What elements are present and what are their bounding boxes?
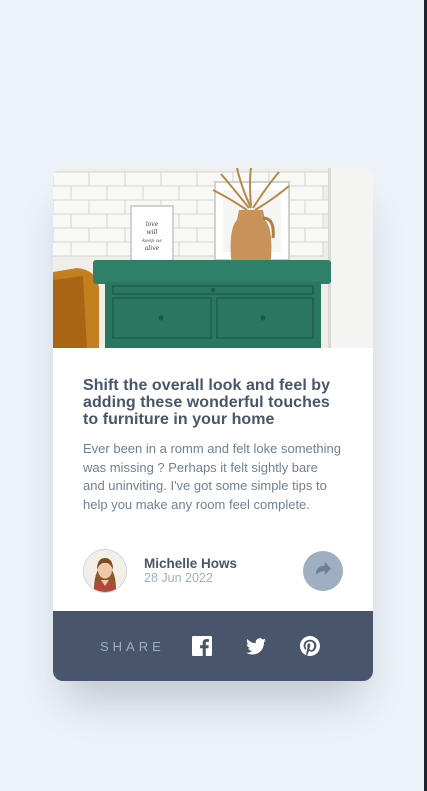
share-bar: SHARE xyxy=(53,611,373,681)
author-row: Michelle Hows 28 Jun 2022 xyxy=(83,549,343,593)
pinterest-icon[interactable] xyxy=(299,636,320,656)
svg-text:will: will xyxy=(147,229,158,236)
publish-date: 28 Jun 2022 xyxy=(144,571,213,585)
svg-text:keep us: keep us xyxy=(142,238,162,244)
article-card: love will keep us alive Shift the overal… xyxy=(53,168,373,681)
avatar xyxy=(83,549,127,593)
article-excerpt: Ever been in a romm and felt loke someth… xyxy=(83,441,341,512)
share-arrow-icon xyxy=(315,562,331,580)
svg-text:love: love xyxy=(146,221,159,228)
facebook-icon[interactable] xyxy=(191,636,212,656)
social-links xyxy=(191,636,354,656)
article-hero-image: love will keep us alive xyxy=(53,168,373,348)
author-meta: Michelle Hows 28 Jun 2022 xyxy=(144,556,237,586)
share-label: SHARE xyxy=(100,638,165,654)
article-title: Shift the overall look and feel by addin… xyxy=(83,377,331,428)
twitter-icon[interactable] xyxy=(245,636,266,656)
author-name: Michelle Hows xyxy=(144,556,238,571)
svg-text:alive: alive xyxy=(145,245,160,252)
share-toggle-button[interactable] xyxy=(303,551,343,591)
article-content: Shift the overall look and feel by addin… xyxy=(53,348,373,514)
